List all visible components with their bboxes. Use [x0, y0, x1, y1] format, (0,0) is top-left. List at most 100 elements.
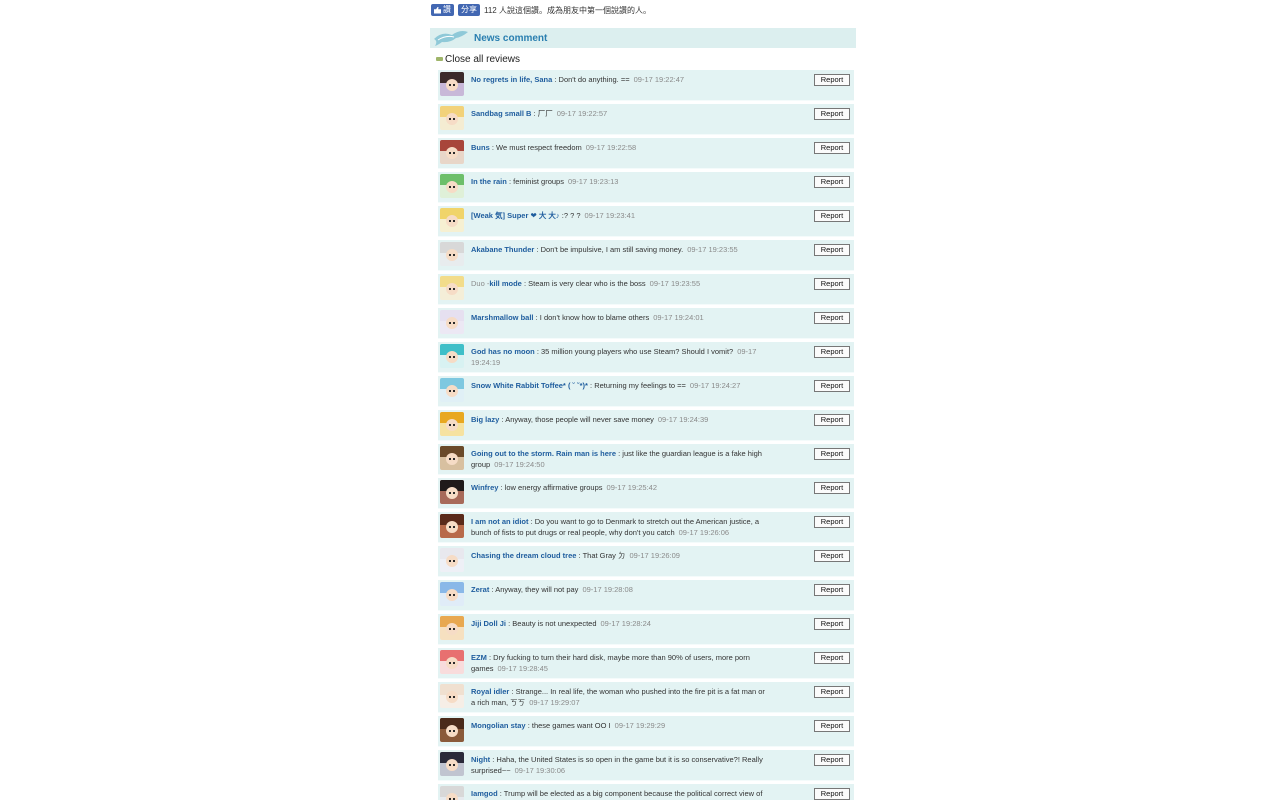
commenter-name[interactable]: I am not an idiot	[471, 517, 529, 526]
avatar[interactable]	[440, 548, 464, 572]
comment-row: Winfrey : low energy affirmative groups 0…	[438, 478, 854, 509]
report-button[interactable]: Report	[814, 210, 850, 222]
comment-body: : feminist groups	[508, 177, 564, 186]
avatar[interactable]	[440, 412, 464, 436]
avatar-face	[446, 317, 458, 329]
report-button[interactable]: Report	[814, 108, 850, 120]
commenter-name[interactable]: Marshmallow ball	[471, 313, 534, 322]
commenter-name[interactable]: No regrets in life, Sana	[471, 75, 552, 84]
avatar-eye	[449, 322, 451, 324]
commenter-name[interactable]: Jiji Doll Ji	[471, 619, 506, 628]
avatar[interactable]	[440, 616, 464, 640]
avatar[interactable]	[440, 106, 464, 130]
report-button[interactable]: Report	[814, 584, 850, 596]
comment-body: : I don't know how to blame others	[535, 313, 650, 322]
comment-timestamp: 09-17 19:28:24	[600, 619, 651, 628]
comment-text: EZM : Dry fucking to turn their hard dis…	[471, 652, 771, 674]
avatar[interactable]	[440, 718, 464, 742]
comment-row: Chasing the dream cloud tree : That Gray…	[438, 546, 854, 577]
avatar[interactable]	[440, 378, 464, 402]
avatar-eye	[453, 152, 455, 154]
report-button[interactable]: Report	[814, 788, 850, 800]
commenter-name[interactable]: In the rain	[471, 177, 507, 186]
commenter-name[interactable]: Chasing the dream cloud tree	[471, 551, 576, 560]
comment-row: God has no moon : 35 million young playe…	[438, 342, 854, 373]
commenter-name[interactable]: Mongolian stay	[471, 721, 526, 730]
bird-icon	[434, 31, 468, 46]
like-button-label: 讚	[443, 5, 451, 14]
avatar[interactable]	[440, 446, 464, 470]
share-button[interactable]: 分享	[458, 4, 480, 16]
avatar[interactable]	[440, 242, 464, 266]
avatar[interactable]	[440, 276, 464, 300]
avatar-face	[446, 113, 458, 125]
report-button[interactable]: Report	[814, 754, 850, 766]
avatar[interactable]	[440, 174, 464, 198]
commenter-name[interactable]: kill mode	[489, 279, 522, 288]
avatar[interactable]	[440, 514, 464, 538]
comment-body: : Don't be impulsive, I am still saving …	[536, 245, 684, 254]
commenter-name[interactable]: Akabane Thunder	[471, 245, 534, 254]
report-button[interactable]: Report	[814, 346, 850, 358]
report-button[interactable]: Report	[814, 278, 850, 290]
commenter-name[interactable]: God has no moon	[471, 347, 535, 356]
avatar[interactable]	[440, 786, 464, 800]
report-button[interactable]: Report	[814, 686, 850, 698]
commenter-name[interactable]: Big lazy	[471, 415, 499, 424]
avatar[interactable]	[440, 140, 464, 164]
report-button[interactable]: Report	[814, 550, 850, 562]
commenter-name[interactable]: Going out to the storm. Rain man is here	[471, 449, 616, 458]
commenter-name[interactable]: [Weak 気] Super ❤ 大 大♪	[471, 211, 560, 220]
avatar[interactable]	[440, 582, 464, 606]
commenter-name[interactable]: Snow White Rabbit Toffee* ( ˘ ˘*)*	[471, 381, 588, 390]
avatar-face	[446, 589, 458, 601]
report-button[interactable]: Report	[814, 618, 850, 630]
comment-body: : 35 million young players who use Steam…	[536, 347, 734, 356]
commenter-name[interactable]: Iamgod	[471, 789, 498, 798]
avatar-eye	[449, 390, 451, 392]
report-button[interactable]: Report	[814, 74, 850, 86]
commenter-name[interactable]: Royal idler	[471, 687, 509, 696]
avatar[interactable]	[440, 684, 464, 708]
report-button[interactable]: Report	[814, 414, 850, 426]
comment-timestamp: 09-17 19:29:29	[614, 721, 666, 730]
avatar[interactable]	[440, 310, 464, 334]
report-button[interactable]: Report	[814, 244, 850, 256]
report-button[interactable]: Report	[814, 176, 850, 188]
avatar-eye	[453, 730, 455, 732]
report-button[interactable]: Report	[814, 142, 850, 154]
report-button[interactable]: Report	[814, 312, 850, 324]
report-button[interactable]: Report	[814, 516, 850, 528]
thumbs-up-icon	[434, 6, 441, 14]
avatar[interactable]	[440, 72, 464, 96]
comment-text: Akabane Thunder : Don't be impulsive, I …	[471, 244, 771, 255]
comment-timestamp: 09-17 19:24:39	[657, 415, 709, 424]
collapse-icon	[436, 57, 443, 61]
commenter-name[interactable]: EZM	[471, 653, 487, 662]
report-button[interactable]: Report	[814, 482, 850, 494]
report-button[interactable]: Report	[814, 448, 850, 460]
commenter-name[interactable]: Zerat	[471, 585, 489, 594]
commenter-name[interactable]: Buns	[471, 143, 490, 152]
report-button[interactable]: Report	[814, 652, 850, 664]
avatar[interactable]	[440, 650, 464, 674]
avatar-eye	[453, 220, 455, 222]
avatar-eye	[453, 696, 455, 698]
close-all-reviews[interactable]: Close all reviews	[430, 48, 856, 70]
commenter-name[interactable]: Sandbag small B	[471, 109, 531, 118]
avatar[interactable]	[440, 208, 464, 232]
comment-timestamp: 09-17 19:22:57	[556, 109, 608, 118]
news-page: 讚 分享 112 人說這個讚。成為朋友中第一個說讚的人。 News commen…	[430, 0, 856, 800]
avatar-eye	[453, 628, 455, 630]
avatar[interactable]	[440, 480, 464, 504]
avatar-eye	[453, 492, 455, 494]
report-button[interactable]: Report	[814, 380, 850, 392]
commenter-name[interactable]: Winfrey	[471, 483, 498, 492]
avatar[interactable]	[440, 752, 464, 776]
avatar[interactable]	[440, 344, 464, 368]
like-button[interactable]: 讚	[431, 4, 454, 16]
commenter-name[interactable]: Night	[471, 755, 490, 764]
comment-body: : Trump will be elected as a big compone…	[499, 789, 763, 798]
avatar-eye	[453, 356, 455, 358]
report-button[interactable]: Report	[814, 720, 850, 732]
